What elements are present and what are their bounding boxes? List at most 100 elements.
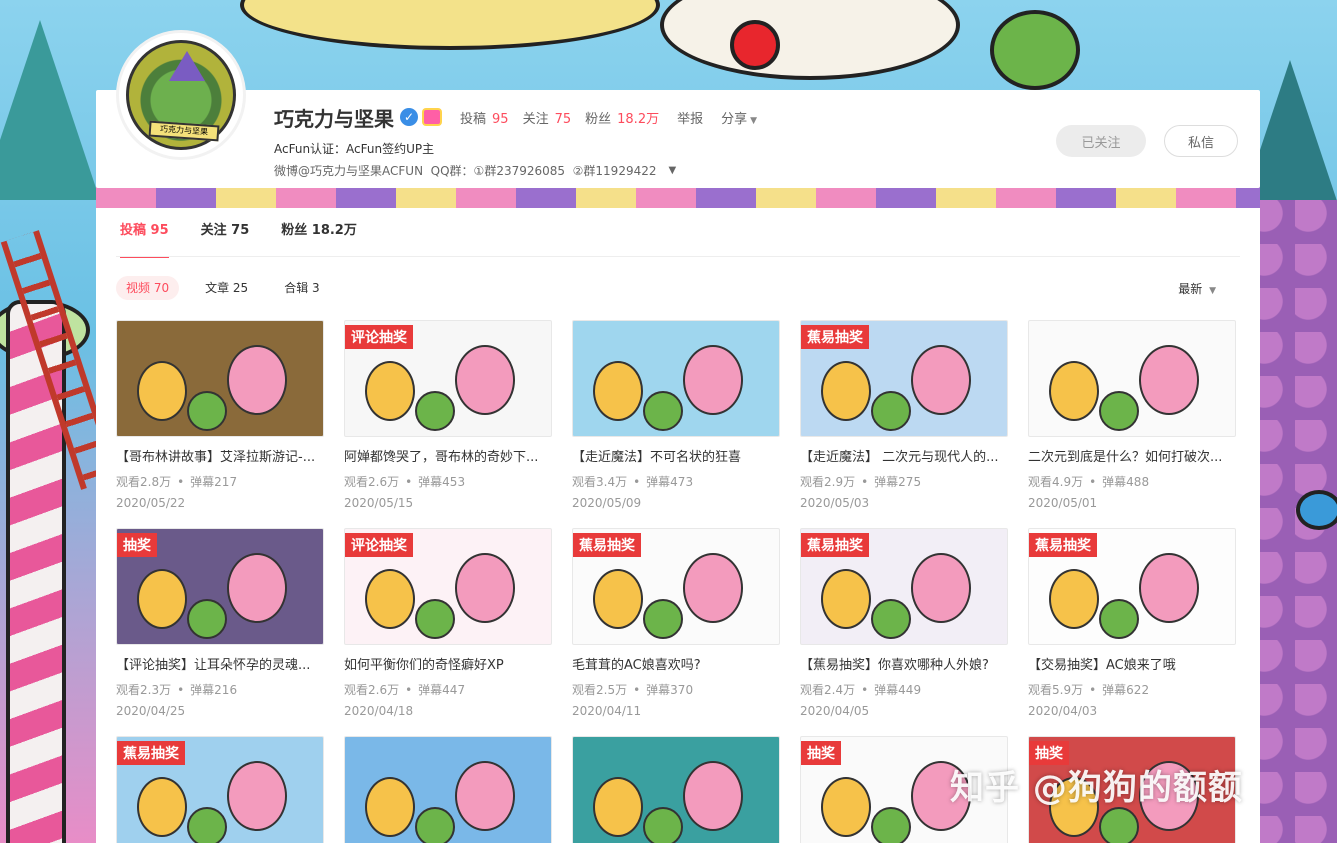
filter-collections[interactable]: 合辑 3 — [274, 276, 329, 300]
expand-intro-icon[interactable]: ▼ — [669, 165, 677, 176]
thumbnail-character-art — [137, 569, 187, 629]
certification-text: AcFun认证：AcFun签约UP主 — [274, 142, 435, 156]
tab-fans[interactable]: 粉丝 18.2万 — [281, 222, 357, 258]
video-title[interactable]: 阿婵都馋哭了，哥布林的奇妙下... — [344, 446, 552, 465]
name-row: 巧克力与坚果 ✓ 投稿 95 关注 75 粉丝 18.2万 举报 分享 ▼ — [274, 104, 757, 131]
thumbnail-character-art — [911, 345, 971, 415]
thumbnail-lottery-tag: 抽奖 — [117, 533, 157, 557]
video-title[interactable]: 二次元到底是什么？如何打破次... — [1028, 446, 1236, 465]
sort-dropdown[interactable]: 最新 ▼ — [1178, 280, 1216, 297]
video-thumbnail[interactable]: 抽奖 — [116, 528, 324, 645]
video-card[interactable]: 二次元到底是什么？如何打破次... 观看4.9万 • 弹幕488 2020/05/01 — [1028, 320, 1236, 510]
vip-badge-icon — [422, 108, 442, 126]
video-card[interactable]: 【走近魔法】不可名状的狂喜 观看3.4万 • 弹幕473 2020/05/09 — [572, 320, 780, 510]
share-label: 分享 — [721, 111, 748, 127]
video-card[interactable]: 【哥布林讲故事】艾泽拉斯游记-... 观看2.8万 • 弹幕217 2020/05/22 — [116, 320, 324, 510]
stat-posts-label: 投稿 — [460, 111, 487, 127]
video-title[interactable]: 【评论抽奖】让耳朵怀孕的灵魂... — [116, 654, 324, 673]
video-card[interactable]: 蕉易抽奖 【蕉易抽奖】你喜欢哪种人外娘? 观看2.4万 • 弹幕449 2020/04/0… — [800, 528, 1008, 718]
report-link[interactable]: 举报 — [677, 108, 703, 127]
video-card[interactable]: 评论抽奖 阿婵都馋哭了，哥布林的奇妙下... 观看2.6万 • 弹幕453 2020/05… — [344, 320, 552, 510]
video-thumbnail[interactable]: 蕉易抽奖 — [800, 320, 1008, 437]
video-title[interactable]: 【走近魔法】 二次元与现代人的... — [800, 446, 1008, 465]
followed-button[interactable]: 已关注 — [1056, 125, 1146, 157]
message-button[interactable]: 私信 — [1164, 125, 1238, 157]
meta-separator: • — [405, 683, 413, 697]
stat-fans[interactable]: 粉丝 18.2万 — [585, 108, 659, 127]
video-title[interactable]: 【蕉易抽奖】你喜欢哪种人外娘? — [800, 654, 1008, 673]
thumbnail-lottery-tag: 蕉易抽奖 — [801, 325, 869, 349]
thumbnail-character-art — [683, 553, 743, 623]
video-thumbnail[interactable]: 评论抽奖 — [344, 320, 552, 437]
tab-following[interactable]: 关注 75 — [201, 222, 250, 258]
video-thumbnail[interactable]: 蕉易抽奖 — [1028, 528, 1236, 645]
video-thumbnail[interactable] — [572, 320, 780, 437]
video-meta: 观看5.9万 • 弹幕622 — [1028, 681, 1236, 698]
video-meta: 观看2.6万 • 弹幕447 — [344, 681, 552, 698]
video-thumbnail[interactable]: 蕉易抽奖 — [572, 528, 780, 645]
video-meta: 观看2.5万 • 弹幕370 — [572, 681, 780, 698]
video-views: 观看4.9万 — [1028, 475, 1084, 489]
video-date: 2020/05/01 — [1028, 496, 1098, 510]
thumbnail-character-art — [1099, 391, 1139, 431]
video-thumbnail[interactable]: 评论抽奖 — [344, 528, 552, 645]
tab-posts[interactable]: 投稿 95 — [120, 222, 169, 258]
thumbnail-character-art — [593, 777, 643, 837]
thumbnail-lottery-tag: 蕉易抽奖 — [801, 533, 869, 557]
video-date: 2020/05/22 — [116, 496, 186, 510]
video-meta: 观看2.8万 • 弹幕217 — [116, 473, 324, 490]
channel-avatar[interactable]: 巧克力与坚果 — [116, 30, 246, 160]
video-card[interactable] — [572, 736, 780, 843]
filter-videos[interactable]: 视频 70 — [116, 276, 180, 300]
stat-posts-value: 95 — [492, 111, 509, 127]
video-card[interactable]: 蕉易抽奖毛茸茸的AC娘喜欢吗? 观看2.5万 • 弹幕370 2020/04/11 — [572, 528, 780, 718]
video-date: 2020/05/09 — [572, 496, 642, 510]
video-thumbnail[interactable]: 蕉易抽奖 — [116, 736, 324, 843]
video-thumbnail[interactable] — [344, 736, 552, 843]
video-title[interactable]: 【走近魔法】不可名状的狂喜 — [572, 446, 780, 465]
intro-text: 微博@巧克力与坚果ACFUN QQ群：①群237926085 ②群1192942… — [274, 164, 657, 178]
filter-articles[interactable]: 文章 25 — [195, 276, 258, 300]
share-menu[interactable]: 分享 ▼ — [721, 108, 757, 127]
video-title[interactable]: 毛茸茸的AC娘喜欢吗? — [572, 654, 780, 673]
video-card[interactable]: 抽奖 【评论抽奖】让耳朵怀孕的灵魂... 观看2.3万 • 弹幕216 2020/04/2… — [116, 528, 324, 718]
video-danmaku: 弹幕488 — [1102, 475, 1150, 489]
video-thumbnail[interactable] — [116, 320, 324, 437]
stat-following-value: 75 — [554, 111, 572, 127]
sort-label: 最新 — [1178, 282, 1203, 296]
thumbnail-character-art — [137, 777, 187, 837]
thumbnail-character-art — [137, 361, 187, 421]
content-filters: 视频 70 文章 25 合辑 3 — [116, 276, 346, 300]
video-danmaku: 弹幕449 — [874, 683, 922, 697]
video-card[interactable]: 蕉易抽奖 【走近魔法】 二次元与现代人的... 观看2.9万 • 弹幕275 2020/0… — [800, 320, 1008, 510]
thumbnail-character-art — [415, 391, 455, 431]
thumbnail-character-art — [455, 345, 515, 415]
video-card[interactable]: 评论抽奖 如何平衡你们的奇怪癖好XP 观看2.6万 • 弹幕447 2020/04/18 — [344, 528, 552, 718]
video-views: 观看2.3万 — [116, 683, 172, 697]
video-card[interactable]: 蕉易抽奖 — [116, 736, 324, 843]
chevron-down-icon: ▼ — [1209, 286, 1216, 296]
thumbnail-character-art — [593, 361, 643, 421]
video-date: 2020/04/11 — [572, 704, 642, 718]
thumbnail-character-art — [227, 761, 287, 831]
video-thumbnail[interactable] — [1028, 320, 1236, 437]
background-goblin-head — [990, 10, 1080, 90]
video-views: 观看2.5万 — [572, 683, 628, 697]
video-thumbnail[interactable] — [572, 736, 780, 843]
thumbnail-character-art — [683, 345, 743, 415]
video-title[interactable]: 【交易抽奖】AC娘来了哦 — [1028, 654, 1236, 673]
thumbnail-character-art — [365, 777, 415, 837]
video-meta: 观看2.6万 • 弹幕453 — [344, 473, 552, 490]
avatar-hat — [169, 51, 205, 81]
thumbnail-lottery-tag: 蕉易抽奖 — [117, 741, 185, 765]
video-title[interactable]: 【哥布林讲故事】艾泽拉斯游记-... — [116, 446, 324, 465]
video-card[interactable]: 蕉易抽奖 【交易抽奖】AC娘来了哦 观看5.9万 • 弹幕622 2020/04/03 — [1028, 528, 1236, 718]
thumbnail-character-art — [365, 361, 415, 421]
meta-separator: • — [1089, 683, 1097, 697]
stat-posts[interactable]: 投稿 95 — [460, 108, 509, 127]
thumbnail-character-art — [1139, 345, 1199, 415]
video-title[interactable]: 如何平衡你们的奇怪癖好XP — [344, 654, 552, 673]
video-card[interactable] — [344, 736, 552, 843]
stat-following[interactable]: 关注 75 — [523, 108, 572, 127]
video-thumbnail[interactable]: 蕉易抽奖 — [800, 528, 1008, 645]
